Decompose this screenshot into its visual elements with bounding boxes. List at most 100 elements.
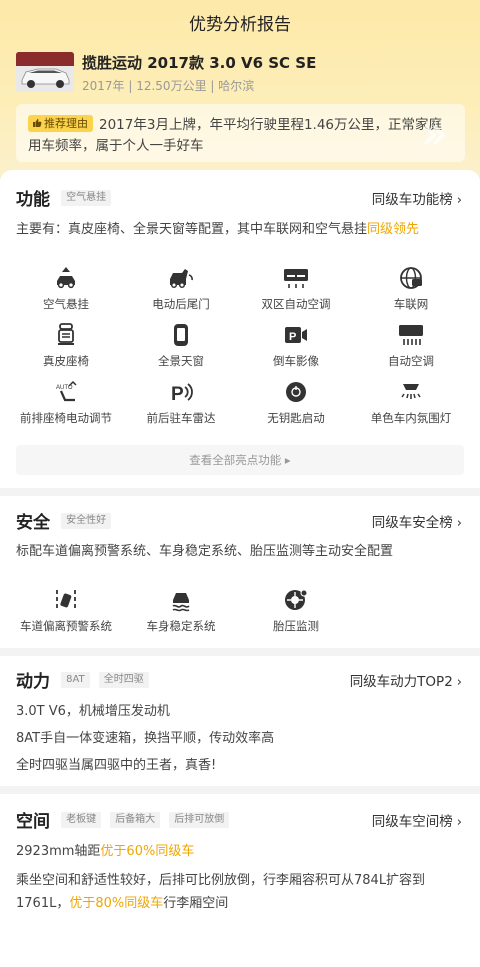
space-header: 空间 老板键 后备箱大 后排可放倒 (16, 807, 230, 832)
power-seat-icon: AUTO (56, 380, 77, 402)
keyless-start-icon (286, 382, 306, 402)
space-chip: 老板键 (61, 811, 102, 828)
space-line1-text: 2923mm轴距 (16, 844, 101, 859)
leather-seat-icon (58, 323, 74, 345)
car-meta: 2017年 | 12.50万公里 | 哈尔滨 (82, 79, 255, 93)
space-rank-label: 同级车空间榜 (371, 814, 453, 830)
stability-control-icon (172, 593, 190, 612)
function-description: 主要有：真皮座椅、全景天窗等配置，其中车联网和空气悬挂同级领先 (16, 220, 419, 240)
feature-label: 真皮座椅 (43, 354, 89, 368)
chevron-right-icon: › (456, 675, 462, 690)
space-line2-suffix: 行李厢空间 (163, 896, 229, 911)
function-rank-link[interactable]: 同级车功能榜 › (372, 188, 462, 208)
space-line1-highlight: 优于60%同级车 (100, 844, 195, 859)
space-wheelbase-line: 2923mm轴距优于60%同级车 (16, 842, 194, 862)
dual-zone-ac-icon (284, 269, 308, 288)
feature-connected-car[interactable]: 车联网 (355, 266, 467, 312)
safety-description: 标配车道偏离预警系统、车身稳定系统、胎压监测等主动安全配置 (16, 544, 394, 559)
recommendation-tag-label: 推荐理由 (44, 117, 88, 130)
air-suspension-icon (57, 267, 75, 289)
panoramic-sunroof-icon (174, 324, 188, 346)
space-chip: 后排可放倒 (169, 811, 230, 828)
space-section: 空间 老板键 后备箱大 后排可放倒 同级车空间榜 › 2923mm轴距优于60%同… (0, 794, 480, 967)
function-rank-label: 同级车功能榜 (371, 192, 453, 208)
function-chip: 空气悬挂 (61, 189, 112, 206)
svg-text:P: P (171, 384, 184, 404)
feature-panoramic-sunroof[interactable]: 全景天窗 (125, 323, 237, 369)
svg-text:AUTO: AUTO (56, 385, 73, 391)
feature-dual-zone-ac[interactable]: 双区自动空调 (240, 266, 352, 312)
power-header: 动力 8AT 全时四驱 (16, 667, 149, 692)
power-line: 8AT手自一体变速箱，换挡平顺，传动效率高 (16, 731, 275, 746)
connected-car-icon (400, 267, 422, 289)
thumbs-up-icon (33, 119, 42, 127)
power-line: 全时四驱当属四驱中的王者，真香! (16, 758, 217, 773)
recommendation-tag: 推荐理由 (28, 115, 93, 132)
power-line: 3.0T V6，机械增压发动机 (16, 704, 170, 719)
feature-tire-pressure[interactable]: 胎压监测 (240, 588, 352, 634)
chevron-right-icon: › (456, 516, 462, 531)
space-title: 空间 (16, 812, 50, 832)
safety-title: 安全 (16, 513, 50, 533)
feature-label: 车联网 (393, 297, 429, 311)
feature-label: 全景天窗 (158, 354, 204, 368)
feature-lane-departure[interactable]: 车道偏离预警系统 (10, 588, 122, 634)
auto-ac-icon (399, 325, 423, 345)
feature-air-suspension[interactable]: 空气悬挂 (10, 266, 122, 312)
function-desc-highlight: 同级领先 (367, 222, 420, 237)
feature-leather-seat[interactable]: 真皮座椅 (10, 323, 122, 369)
power-rank-link[interactable]: 同级车动力TOP2 › (350, 670, 462, 690)
car-thumbnail (16, 52, 74, 92)
safety-rank-link[interactable]: 同级车安全榜 › (372, 511, 462, 531)
safety-header: 安全 安全性好 (16, 508, 112, 533)
function-section: 功能 空气悬挂 同级车功能榜 › 主要有：真皮座椅、全景天窗等配置，其中车联网和空… (0, 170, 480, 488)
feature-label: 前后驻车雷达 (146, 411, 216, 425)
function-header: 功能 空气悬挂 (16, 185, 112, 210)
svg-text:P: P (289, 331, 296, 343)
parking-radar-icon: P (171, 383, 193, 404)
chevron-right-icon: › (456, 193, 462, 208)
power-title: 动力 (16, 672, 50, 692)
feature-parking-radar[interactable]: P 前后驻车雷达 (125, 380, 237, 426)
function-desc-text: 主要有：真皮座椅、全景天窗等配置，其中车联网和空气悬挂 (16, 222, 368, 237)
power-section: 动力 8AT 全时四驱 同级车动力TOP2 › 3.0T V6，机械增压发动机 8… (0, 656, 480, 786)
feature-label: 胎压监测 (273, 619, 319, 633)
feature-label: 车道偏离预警系统 (20, 619, 112, 633)
double-chevron-icon (423, 124, 446, 146)
feature-reverse-camera[interactable]: P 倒车影像 (240, 323, 352, 369)
feature-power-tailgate[interactable]: 电动后尾门 (125, 266, 237, 312)
space-line2-highlight: 优于80%同级车 (69, 896, 164, 911)
car-name: 揽胜运动 2017款 3.0 V6 SC SE (82, 54, 317, 72)
safety-section: 安全 安全性好 同级车安全榜 › 标配车道偏离预警系统、车身稳定系统、胎压监测等主… (0, 496, 480, 648)
feature-label: 倒车影像 (273, 354, 319, 368)
feature-label: 电动后尾门 (152, 297, 210, 311)
feature-label: 前排座椅电动调节 (20, 411, 112, 425)
power-rank-label: 同级车动力TOP2 (349, 674, 453, 690)
space-luggage-line: 乘坐空间和舒适性较好，后排可比例放倒，行李厢容积可从784L扩容到1761L，优… (16, 869, 456, 915)
reverse-camera-icon: P (285, 327, 307, 343)
feature-keyless-start[interactable]: 无钥匙启动 (240, 380, 352, 426)
feature-auto-ac[interactable]: 自动空调 (355, 323, 467, 369)
feature-label: 无钥匙启动 (267, 411, 325, 425)
view-all-features-button[interactable]: 查看全部亮点功能 ▸ (16, 445, 464, 475)
space-rank-link[interactable]: 同级车空间榜 › (372, 810, 462, 830)
recommendation-card: 推荐理由 2017年3月上牌，年平均行驶里程1.46万公里，正常家庭用车频率，属… (16, 104, 465, 162)
feature-label: 自动空调 (388, 354, 434, 368)
feature-label: 双区自动空调 (261, 297, 331, 311)
safety-rank-label: 同级车安全榜 (371, 515, 453, 531)
lane-departure-icon (56, 590, 76, 608)
tire-pressure-icon (285, 589, 308, 610)
feature-stability-control[interactable]: 车身稳定系统 (125, 588, 237, 634)
power-chip: 全时四驱 (98, 671, 149, 688)
safety-chip: 安全性好 (61, 512, 112, 529)
feature-label: 空气悬挂 (43, 297, 89, 311)
report-header: 优势分析报告 揽胜运动 2017款 3.0 V6 SC SE 2017年 | 1… (0, 0, 480, 178)
feature-power-seat[interactable]: AUTO 前排座椅电动调节 (10, 380, 122, 426)
feature-ambient-light[interactable]: 单色车内氛围灯 (355, 380, 467, 426)
chevron-right-icon: › (456, 815, 462, 830)
space-chip: 后备箱大 (110, 811, 161, 828)
power-tailgate-icon (170, 269, 193, 289)
power-chip: 8AT (61, 671, 90, 688)
page-title: 优势分析报告 (189, 15, 291, 35)
feature-label: 车身稳定系统 (146, 619, 216, 633)
